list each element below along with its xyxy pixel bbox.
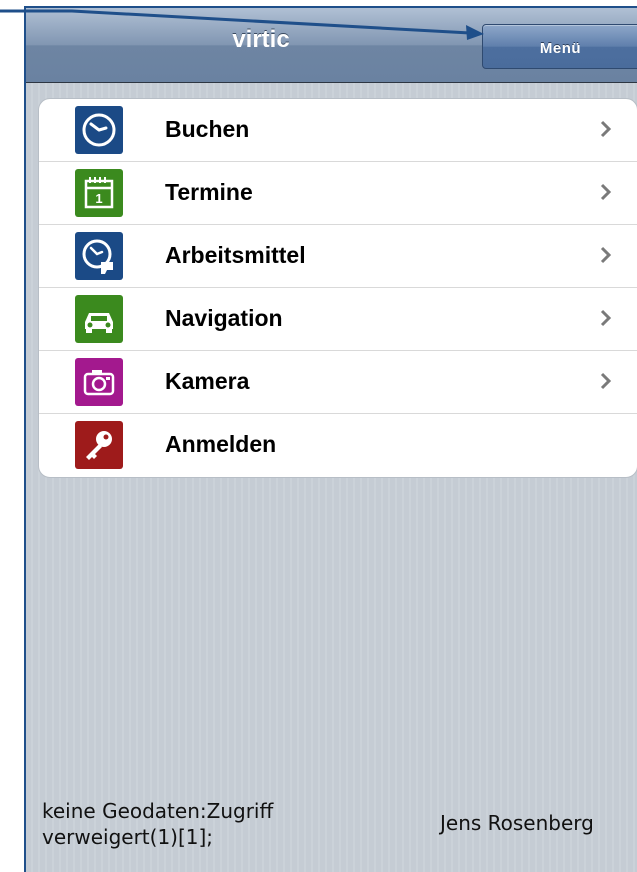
list-item-buchen[interactable]: Buchen	[39, 99, 637, 162]
app-screen: virtic Menü Buchen 1 Termine Arbeitsmitt…	[24, 6, 637, 872]
list-item-kamera[interactable]: Kamera	[39, 351, 637, 414]
list-item-termine[interactable]: 1 Termine	[39, 162, 637, 225]
camera-icon	[75, 358, 123, 406]
chevron-right-icon	[599, 369, 613, 393]
list-item-navigation[interactable]: Navigation	[39, 288, 637, 351]
key-icon	[75, 421, 123, 469]
status-message: keine Geodaten:Zugriff verweigert(1)[1];	[42, 798, 273, 850]
main-menu-list: Buchen 1 Termine Arbeitsmittel Navigatio…	[38, 98, 637, 478]
clock-icon	[75, 106, 123, 154]
menu-button[interactable]: Menü	[482, 24, 637, 69]
list-item-label: Arbeitsmittel	[165, 242, 306, 268]
list-item-arbeitsmittel[interactable]: Arbeitsmittel	[39, 225, 637, 288]
list-item-label: Navigation	[165, 305, 283, 331]
list-item-anmelden[interactable]: Anmelden	[39, 414, 637, 477]
chevron-right-icon	[599, 243, 613, 267]
calendar-day: 1	[95, 191, 102, 206]
chevron-right-icon	[599, 306, 613, 330]
user-name: Jens Rosenberg	[440, 811, 594, 835]
list-item-label: Buchen	[165, 116, 250, 142]
chevron-right-icon	[599, 180, 613, 204]
status-line-1: keine Geodaten:Zugriff	[42, 799, 274, 823]
list-item-label: Kamera	[165, 368, 250, 394]
app-title: virtic	[232, 26, 290, 53]
chevron-right-icon	[599, 117, 613, 141]
calendar-icon: 1	[75, 169, 123, 217]
header-bar: virtic Menü	[26, 8, 637, 83]
status-line-2: verweigert(1)[1];	[42, 825, 214, 849]
list-item-label: Termine	[165, 179, 253, 205]
car-icon	[75, 295, 123, 343]
clock-tool-icon	[75, 232, 123, 280]
list-item-label: Anmelden	[165, 431, 277, 457]
